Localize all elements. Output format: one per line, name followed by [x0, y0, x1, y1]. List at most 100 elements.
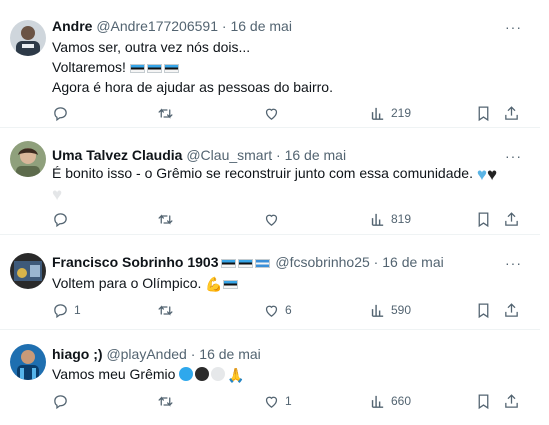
reply-icon [54, 212, 67, 227]
bookmark-icon [478, 105, 489, 121]
tweet-date[interactable]: 16 de mai [285, 147, 346, 163]
tweet-text: É bonito isso - o Grêmio se reconstruir … [52, 163, 497, 203]
bookmark-button[interactable] [475, 209, 492, 229]
share-icon [505, 211, 518, 226]
tweet-text: Vamos ser, outra vez nós dois... Voltare… [52, 37, 333, 97]
gremio-flag-emoji [163, 64, 179, 73]
reply-button[interactable] [52, 391, 74, 411]
tweet-line: ♥ [52, 183, 497, 203]
views-button[interactable]: 219 [369, 103, 411, 123]
more-options-icon[interactable]: ··· [505, 149, 522, 163]
tweet-line: Vamos ser, outra vez nós dois... [52, 39, 251, 55]
reply-button[interactable]: 1 [52, 300, 81, 320]
views-button[interactable]: 819 [369, 209, 411, 229]
white-circle-emoji [211, 367, 226, 381]
blue-heart-emoji: ♥ [476, 165, 487, 184]
share-button[interactable] [503, 103, 520, 123]
tweet-header: Andre @Andre177206591 · 16 de mai [52, 17, 292, 35]
flag-emoji [254, 259, 270, 268]
gremio-flag-emoji [146, 64, 162, 73]
like-icon [265, 214, 278, 226]
like-icon [265, 108, 278, 120]
share-button[interactable] [503, 300, 520, 320]
tweet-line: É bonito isso - o Grêmio se reconstruir … [52, 165, 498, 184]
bookmark-icon [478, 393, 489, 409]
flexed-bicep-emoji: 💪 [205, 276, 223, 292]
gremio-flag-emoji [220, 259, 236, 268]
tweet-header: hiago ;) @playAnded · 16 de mai [52, 345, 261, 363]
tweet[interactable]: Uma Talvez Claudia @Clau_smart · 16 de m… [0, 129, 540, 235]
display-name[interactable]: hiago ;) [52, 346, 103, 362]
bookmark-button[interactable] [475, 103, 492, 123]
display-name[interactable]: Uma Talvez Claudia [52, 147, 182, 163]
tweet-date[interactable]: 16 de mai [382, 254, 443, 270]
tweet-text: Vamos meu Grêmio 🙏 [52, 364, 245, 385]
gremio-flag-emoji [129, 64, 145, 73]
tweet-actions: 219 [52, 103, 522, 123]
tweet-header: Francisco Sobrinho 1903 @fcsobrinho25 · … [52, 253, 444, 271]
display-name[interactable]: Francisco Sobrinho 1903 [52, 254, 272, 270]
bookmark-button[interactable] [475, 300, 492, 320]
tweet-text: Voltem para o Olímpico. 💪 [52, 273, 240, 294]
tweet[interactable]: Andre @Andre177206591 · 16 de mai ··· Va… [0, 0, 540, 128]
reply-icon [54, 394, 67, 409]
user-handle[interactable]: @playAnded [106, 346, 186, 362]
like-icon [265, 305, 278, 317]
share-button[interactable] [503, 391, 520, 411]
tweet-actions: 1 6 590 [52, 300, 522, 320]
tweet[interactable]: hiago ;) @playAnded · 16 de mai Vamos me… [0, 331, 540, 425]
tweet-line: Vamos meu Grêmio 🙏 [52, 366, 245, 383]
views-button[interactable]: 660 [369, 391, 411, 411]
user-handle[interactable]: @Andre177206591 [96, 18, 218, 34]
reply-icon [54, 303, 67, 318]
white-heart-emoji: ♥ [52, 185, 63, 204]
retweet-icon [158, 395, 173, 407]
like-button[interactable] [263, 103, 285, 123]
tweet-date[interactable]: 16 de mai [230, 18, 291, 34]
share-icon [505, 105, 518, 120]
gremio-flag-emoji [237, 259, 253, 268]
avatar[interactable] [10, 253, 46, 289]
like-button[interactable]: 1 [263, 391, 292, 411]
retweet-icon [158, 304, 173, 316]
views-icon [371, 213, 384, 226]
tweet-line: Voltaremos! [52, 57, 333, 77]
retweet-button[interactable] [157, 391, 179, 411]
views-button[interactable]: 590 [369, 300, 411, 320]
reply-button[interactable] [52, 103, 74, 123]
avatar[interactable] [10, 20, 46, 56]
avatar[interactable] [10, 141, 46, 177]
more-options-icon[interactable]: ··· [505, 256, 522, 270]
user-handle[interactable]: @Clau_smart [186, 147, 272, 163]
retweet-icon [158, 213, 173, 225]
views-icon [371, 395, 384, 408]
tweet-actions: 1 660 [52, 391, 522, 411]
retweet-button[interactable] [157, 300, 179, 320]
more-options-icon[interactable]: ··· [505, 20, 522, 34]
share-button[interactable] [503, 209, 520, 229]
reply-icon [54, 106, 67, 121]
tweet-date[interactable]: 16 de mai [199, 346, 260, 362]
bookmark-icon [478, 211, 489, 227]
user-handle[interactable]: @fcsobrinho25 [275, 254, 369, 270]
like-button[interactable] [263, 209, 285, 229]
tweet[interactable]: Francisco Sobrinho 1903 @fcsobrinho25 · … [0, 236, 540, 330]
display-name[interactable]: Andre [52, 18, 92, 34]
separator-dot: · [373, 254, 379, 270]
retweet-button[interactable] [157, 103, 179, 123]
views-icon [371, 107, 384, 120]
gremio-flag-emoji [222, 280, 238, 289]
avatar[interactable] [10, 344, 46, 380]
tweet-line: Voltem para o Olímpico. 💪 [52, 273, 240, 294]
separator-dot: · [190, 346, 196, 362]
folded-hands-emoji: 🙏 [227, 367, 245, 383]
retweet-icon [158, 107, 173, 119]
separator-dot: · [221, 18, 227, 34]
tweet-actions: 819 [52, 209, 522, 229]
retweet-button[interactable] [157, 209, 179, 229]
bookmark-button[interactable] [475, 391, 492, 411]
share-icon [505, 393, 518, 408]
reply-button[interactable] [52, 209, 74, 229]
like-button[interactable]: 6 [263, 300, 292, 320]
black-circle-emoji [195, 367, 210, 381]
